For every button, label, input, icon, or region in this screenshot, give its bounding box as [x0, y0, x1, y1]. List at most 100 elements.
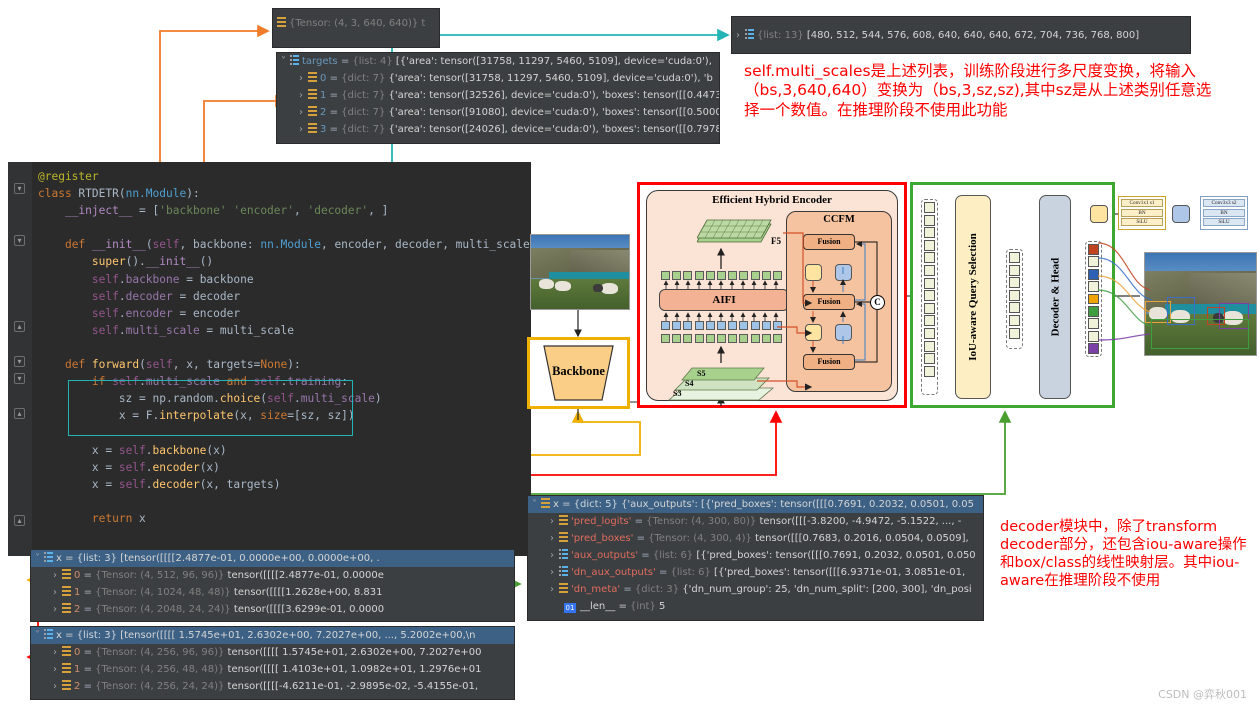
row-value: tensor([[[[ 1.5745e+01, 2.6302e+00, 7.20…: [227, 647, 482, 658]
encoder-value: [tensor([[[[ 1.5745e+01, 2.6302e+00, 7.2…: [120, 630, 476, 641]
decoder-group: IoU-aware Query Selection Decoder & Head: [910, 182, 1115, 408]
row-value: tensor([[[[2.4877e-01, 0.0000e: [227, 570, 384, 581]
backbone-type: {list: 3}: [76, 553, 118, 564]
chevron-right-icon[interactable]: ›: [53, 678, 62, 695]
fold-marker[interactable]: ▴: [14, 515, 25, 526]
dict-icon: [559, 515, 568, 525]
dict-icon: [62, 663, 71, 673]
chevron-right-icon[interactable]: ›: [299, 104, 308, 121]
fold-marker[interactable]: ▴: [14, 408, 25, 419]
targets-row-type: {dict: 7}: [341, 90, 386, 101]
chevron-right-icon[interactable]: ›: [53, 601, 62, 618]
encoder-output-header-row[interactable]: ˅ x = {list: 3} [tensor([[[[ 1.5745e+01, …: [31, 627, 514, 644]
decoder-output-header-row[interactable]: ˅ x = {dict: 5} {'aux_outputs': [{'pred_b…: [528, 496, 983, 513]
list-item[interactable]: ›'aux_outputs' = {list: 6} [{'pred_boxes…: [528, 547, 983, 564]
chevron-right-icon[interactable]: ›: [53, 567, 62, 584]
list-item[interactable]: › 1 = {dict: 7} {'area': tensor([32526], …: [277, 87, 719, 104]
code-editor[interactable]: ▾ ▾ ▴ ▾ ▾ ▴ ▴ @register class RTDETR(nn.…: [8, 162, 577, 556]
decoder-eq: =: [562, 499, 571, 510]
row-value: tensor([[[[-4.6211e-01, -2.9895e-02, -5.…: [227, 681, 479, 692]
list-icon: [44, 629, 53, 639]
fold-marker[interactable]: ▾: [14, 235, 25, 246]
dict-icon: [308, 89, 317, 99]
list-item[interactable]: ›'dn_aux_outputs' = {list: 6} [{'pred_bo…: [528, 564, 983, 581]
fold-marker[interactable]: ▾: [14, 373, 25, 384]
dict-icon: [277, 17, 286, 27]
fold-marker[interactable]: ▾: [14, 183, 25, 194]
dict-icon: [62, 586, 71, 596]
row-index: 1: [74, 587, 81, 598]
backbone-output-header-row[interactable]: ˅ x = {list: 3} [tensor([[[[2.4877e-01, 0…: [31, 550, 514, 567]
targets-header-row[interactable]: ˅ targets = {list: 4} [{'area': tensor([3…: [277, 53, 719, 70]
chevron-right-icon[interactable]: ›: [550, 581, 559, 598]
len-name: __len__: [580, 601, 616, 612]
targets-row-value: {'area': tensor([31758, 11297, 5460, 510…: [388, 73, 713, 84]
len-row[interactable]: 01 __len__ = {int} 5: [528, 598, 983, 615]
row-key: 'dn_meta': [571, 584, 621, 595]
list-item[interactable]: ›'pred_boxes' = {Tensor: (4, 300, 4)} te…: [528, 530, 983, 547]
sheep: [593, 284, 603, 292]
selected-query-column: [1006, 249, 1023, 349]
fold-marker[interactable]: ▾: [14, 356, 25, 367]
output-image: [1144, 252, 1257, 356]
chevron-right-icon[interactable]: ›: [299, 121, 308, 138]
chevron-right-icon[interactable]: ›: [53, 584, 62, 601]
chevron-down-icon[interactable]: ˅: [35, 550, 44, 567]
list-item[interactable]: › 0 = {dict: 7} {'area': tensor([31758, 1…: [277, 70, 719, 87]
encoder-output-panel[interactable]: ˅ x = {list: 3} [tensor([[[[ 1.5745e+01, …: [30, 626, 515, 700]
chevron-right-icon[interactable]: ›: [299, 70, 308, 87]
tooltip-tensor-trail: t: [421, 18, 426, 29]
chevron-right-icon[interactable]: ›: [550, 513, 559, 530]
row-type: {Tensor: (4, 1024, 48, 48)}: [95, 587, 231, 598]
list-item[interactable]: › 2 = {Tensor: (4, 256, 24, 24)} tensor([…: [31, 678, 514, 695]
legend-blue-square: [1172, 205, 1190, 223]
chevron-right-icon[interactable]: ›: [53, 644, 62, 661]
chevron-right-icon[interactable]: ›: [53, 661, 62, 678]
list-item[interactable]: › 2 = {Tensor: (4, 2048, 24, 24)} tensor(…: [31, 601, 514, 618]
multiscale-debug-panel[interactable]: › {list: 13} [480, 512, 544, 576, 608, 64…: [731, 16, 1191, 54]
multiscale-code-highlight: [68, 380, 353, 436]
list-item[interactable]: › 0 = {Tensor: (4, 256, 96, 96)} tensor([…: [31, 644, 514, 661]
chevron-down-icon[interactable]: ˅: [35, 627, 44, 644]
chevron-right-icon[interactable]: ›: [736, 27, 745, 44]
list-item[interactable]: › 3 = {dict: 7} {'area': tensor([24026], …: [277, 121, 719, 138]
row-index: 0: [74, 570, 81, 581]
row-value: {'dn_num_group': 25, 'dn_num_split': [20…: [682, 584, 972, 595]
list-item[interactable]: › 1 = {Tensor: (4, 1024, 48, 48)} tensor(…: [31, 584, 514, 601]
list-item[interactable]: ›'dn_meta' = {dict: 3} {'dn_num_group': …: [528, 581, 983, 598]
chevron-down-icon[interactable]: ˅: [281, 53, 290, 70]
chevron-right-icon[interactable]: ›: [299, 87, 308, 104]
query-selection-label: IoU-aware Query Selection: [967, 233, 979, 361]
row-value: tensor([[[-3.8200, -4.9472, -5.1522, ...…: [759, 516, 962, 527]
multiscale-type: {list: 13}: [757, 30, 804, 41]
row-type: {list: 6}: [652, 550, 694, 561]
list-icon: [559, 566, 568, 576]
targets-debug-panel[interactable]: ˅ targets = {list: 4} [{'area': tensor([3…: [276, 52, 720, 144]
chevron-right-icon[interactable]: ›: [550, 547, 559, 564]
list-item[interactable]: ›'pred_logits' = {Tensor: (4, 300, 80)} …: [528, 513, 983, 530]
list-item[interactable]: › 1 = {Tensor: (4, 256, 48, 48)} tensor([…: [31, 661, 514, 678]
conv1x1-line-2: BN: [1121, 208, 1163, 217]
targets-row-type: {dict: 7}: [341, 107, 386, 118]
chevron-right-icon[interactable]: ›: [550, 530, 559, 547]
list-item[interactable]: › 2 = {dict: 7} {'area': tensor([91080], …: [277, 104, 719, 121]
conv1x1-block: Conv1x1 s1 BN SiLU: [1118, 196, 1166, 230]
fold-marker[interactable]: ▴: [14, 321, 25, 332]
editor-gutter[interactable]: ▾ ▾ ▴ ▾ ▾ ▴ ▴: [8, 162, 32, 556]
decoder-type: {dict: 5}: [573, 499, 618, 510]
row-type: {Tensor: (4, 256, 96, 96)}: [95, 647, 225, 658]
backbone-label: Backbone: [552, 364, 605, 378]
targets-row-value: {'area': tensor([24026], device='cuda:0'…: [388, 124, 720, 135]
chevron-right-icon[interactable]: ›: [550, 564, 559, 581]
decoder-output-panel[interactable]: ˅ x = {dict: 5} {'aux_outputs': [{'pred_b…: [527, 495, 984, 621]
row-type: {Tensor: (4, 256, 24, 24)}: [95, 681, 225, 692]
watermark: CSDN @弈秋001: [1158, 688, 1247, 701]
conv1x1-line-1: Conv1x1 s1: [1121, 199, 1163, 207]
code-content[interactable]: @register class RTDETR(nn.Module): __inj…: [38, 168, 577, 527]
row-index: 0: [74, 647, 81, 658]
chevron-down-icon[interactable]: ˅: [532, 496, 541, 513]
backbone-output-panel[interactable]: ˅ x = {list: 3} [tensor([[[[2.4877e-01, 0…: [30, 549, 515, 622]
annotation-decoder: decoder模块中，除了transform decoder部分，还包含iou-…: [1000, 519, 1247, 590]
list-item[interactable]: › 0 = {Tensor: (4, 512, 96, 96)} tensor([…: [31, 567, 514, 584]
encoder-type: {list: 3}: [76, 630, 118, 641]
